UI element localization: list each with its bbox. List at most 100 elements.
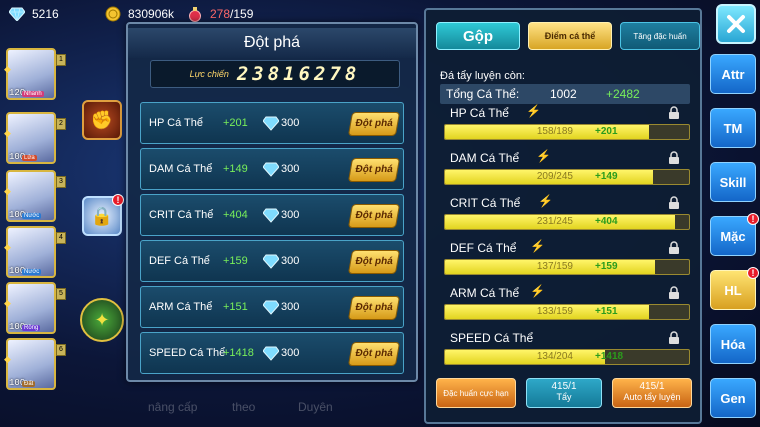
stat-current: 231/245 bbox=[536, 216, 573, 227]
element-icon: ◆ bbox=[4, 354, 11, 364]
hero-card[interactable]: ◆ 3 100 Nước bbox=[4, 170, 66, 222]
gold-value: 830906k bbox=[128, 7, 175, 21]
breakthrough-button[interactable]: Đột phá bbox=[349, 343, 399, 365]
hero-card[interactable]: ◆ 2 100 Lửa bbox=[4, 112, 66, 164]
stat-increase: +404 bbox=[223, 209, 248, 221]
diamond-icon bbox=[263, 254, 279, 269]
breakthrough-button[interactable]: Đột phá bbox=[349, 205, 399, 227]
hero-card[interactable]: ◆ 5 100 Rồng bbox=[4, 282, 66, 334]
nav-mac-button[interactable]: Mặc ! bbox=[710, 213, 759, 256]
stat-name: CRIT Cá Thể bbox=[149, 209, 214, 221]
stat-increase: +1418 bbox=[223, 347, 254, 359]
stat-name: ARM Cá Thể bbox=[450, 286, 520, 300]
stat-name: SPEED Cá Thể bbox=[450, 331, 534, 345]
breakthrough-button[interactable]: Đột phá bbox=[349, 251, 399, 273]
breakthrough-row: DAM Cá Thể +149 300 Đột phá bbox=[140, 148, 404, 190]
nav-hoa-button[interactable]: Hóa bbox=[710, 324, 756, 364]
slot-icon: 2 bbox=[56, 118, 66, 130]
breakthrough-row: CRIT Cá Thể +404 300 Đột phá bbox=[140, 194, 404, 236]
stat-row: HP Cá Thể ⚡ 158/189 +201 bbox=[444, 104, 690, 148]
breakthrough-button[interactable]: Đột phá bbox=[349, 297, 399, 319]
close-button[interactable] bbox=[716, 4, 756, 44]
lock-icon[interactable] bbox=[668, 106, 680, 120]
stat-name: CRIT Cá Thể bbox=[450, 196, 521, 210]
stat-row: SPEED Cá Thể 134/204 +1418 bbox=[444, 331, 690, 373]
alert-badge: ! bbox=[747, 267, 759, 279]
stat-increase: +149 bbox=[223, 163, 248, 175]
stat-name: DEF Cá Thể bbox=[149, 255, 210, 267]
combat-power: Lực chiến 23816278 bbox=[150, 60, 400, 88]
slot-icon: 1 bbox=[56, 54, 66, 66]
hero-card[interactable]: ◆ 1 120 Nhanh bbox=[4, 48, 66, 100]
gem-cost: 300 bbox=[281, 209, 300, 221]
lightning-icon: ⚡ bbox=[536, 149, 551, 163]
nav-hl-button[interactable]: HL ! bbox=[710, 267, 759, 310]
diamond-icon bbox=[263, 162, 279, 177]
stat-name: HP Cá Thể bbox=[450, 106, 509, 120]
stat-current: 134/204 bbox=[536, 351, 573, 362]
stat-plus: +149 bbox=[595, 171, 618, 182]
hero-card[interactable]: ◆ 4 100 Nước bbox=[4, 226, 66, 278]
refine-label: Tẩy bbox=[556, 392, 572, 402]
stamina-current: 278 bbox=[210, 7, 231, 21]
hero-type-tag: Lửa bbox=[22, 155, 37, 161]
stat-plus: +151 bbox=[595, 306, 618, 317]
nav-skill-button[interactable]: Skill bbox=[710, 162, 756, 202]
auto-refine-label: Auto tẩy luyện bbox=[623, 392, 681, 402]
lock-icon[interactable] bbox=[668, 196, 680, 210]
stat-name: HP Cá Thể bbox=[149, 117, 204, 129]
alert-badge: ! bbox=[112, 194, 124, 206]
lock-icon[interactable] bbox=[668, 286, 680, 300]
close-icon bbox=[727, 15, 745, 33]
gem-cost: 300 bbox=[281, 347, 300, 359]
stamina-potion-icon bbox=[186, 5, 204, 23]
stat-increase: +201 bbox=[223, 117, 248, 129]
combat-power-label: Lực chiến bbox=[189, 69, 229, 79]
gem-cost: 300 bbox=[281, 163, 300, 175]
diamond-icon bbox=[263, 346, 279, 361]
stat-name: DEF Cá Thể bbox=[450, 241, 517, 255]
stat-progress-bar: 158/189 +201 bbox=[444, 124, 690, 140]
extreme-training-button[interactable]: Đặc huấn cực hạn bbox=[436, 378, 516, 408]
breakthrough-row: SPEED Cá Thể +1418 300 Đột phá bbox=[140, 332, 404, 374]
stat-progress-bar: 134/204 +1418 bbox=[444, 349, 690, 365]
breakthrough-row: HP Cá Thể +201 300 Đột phá bbox=[140, 102, 404, 144]
stat-row: CRIT Cá Thể ⚡ 231/245 +404 bbox=[444, 194, 690, 238]
stamina-max: 159 bbox=[233, 7, 254, 21]
stat-plus: +1418 bbox=[595, 351, 624, 362]
nav-gen-button[interactable]: Gen bbox=[710, 378, 756, 418]
gem-cost: 300 bbox=[281, 117, 300, 129]
stat-increase: +151 bbox=[223, 301, 248, 313]
lightning-icon: ⚡ bbox=[530, 284, 545, 298]
equipment-button[interactable]: ✊ bbox=[82, 100, 122, 140]
breakthrough-button[interactable]: Đột phá bbox=[349, 113, 399, 135]
crest-icon: ✦ bbox=[94, 309, 110, 330]
auto-refine-button[interactable]: 415/1 Auto tẩy luyện bbox=[612, 378, 692, 408]
stat-name: DAM Cá Thể bbox=[450, 151, 520, 165]
nav-mac-label: Mặc bbox=[720, 229, 746, 244]
lock-icon[interactable] bbox=[668, 241, 680, 255]
stat-list: HP Cá Thể ⚡ 158/189 +201 DAM Cá Thể ⚡ 20… bbox=[426, 10, 700, 422]
crest-button[interactable]: ✦ bbox=[80, 298, 124, 342]
panel-title: Đột phá bbox=[128, 28, 416, 58]
breakthrough-button[interactable]: Đột phá bbox=[349, 159, 399, 181]
gem-counter: 5216 bbox=[8, 5, 59, 23]
gold-counter: 830906k bbox=[104, 5, 174, 23]
bg-label: Duyên bbox=[298, 400, 333, 414]
lock-bag-icon: 🔒 bbox=[90, 205, 114, 226]
nav-tm-button[interactable]: TM bbox=[710, 108, 756, 148]
bag-button[interactable]: 🔒 ! bbox=[82, 194, 124, 236]
hero-card[interactable]: ◆ 6 100 Đất bbox=[4, 338, 66, 390]
refine-button[interactable]: 415/1 Tẩy bbox=[526, 378, 602, 408]
breakthrough-row: ARM Cá Thể +151 300 Đột phá bbox=[140, 286, 404, 328]
slot-icon: 5 bbox=[56, 288, 66, 300]
gem-cost: 300 bbox=[281, 301, 300, 313]
lock-icon[interactable] bbox=[668, 331, 680, 345]
element-icon: ◆ bbox=[4, 298, 11, 308]
stat-progress-bar: 133/159 +151 bbox=[444, 304, 690, 320]
stat-increase: +159 bbox=[223, 255, 248, 267]
nav-attr-button[interactable]: Attr bbox=[710, 54, 756, 94]
lock-icon[interactable] bbox=[668, 151, 680, 165]
gauntlet-icon: ✊ bbox=[90, 109, 114, 130]
alert-badge: ! bbox=[747, 213, 759, 225]
